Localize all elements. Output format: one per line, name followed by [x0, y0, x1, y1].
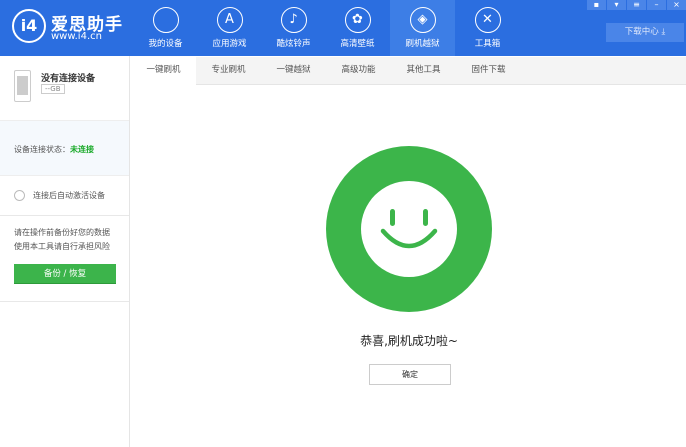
success-smiley-icon: [326, 146, 492, 312]
connection-status: 设备连接状态：未连接: [0, 120, 129, 176]
tools-icon: ✕: [474, 7, 501, 33]
device-name: 没有连接设备: [41, 74, 96, 84]
menu-icon[interactable]: ≡: [627, 0, 646, 10]
divider: [0, 301, 129, 302]
bell-icon: ♪: [280, 7, 307, 33]
tab-firmware-download[interactable]: 固件下载: [456, 57, 521, 85]
download-center-button[interactable]: 下载中心 ⤓: [606, 23, 684, 42]
nav-label: 我的设备: [148, 39, 183, 49]
flower-icon: ✿: [344, 7, 371, 33]
app-store-icon: A: [216, 7, 243, 33]
tab-advanced[interactable]: 高级功能: [326, 57, 391, 85]
minimize-icon[interactable]: –: [647, 0, 666, 10]
radio-button[interactable]: [14, 190, 25, 201]
header: i4 爱思助手 www.i4.cn 我的设备 A 应用游戏 ♪ 酷炫铃声 ✿ 高清壁纸…: [0, 0, 686, 56]
sidebar: 没有连接设备 --GB 设备连接状态：未连接 连接后自动激活设备 请在操作前备份…: [0, 56, 130, 447]
window-controls: ▪ ▾ ≡ – ×: [586, 0, 686, 10]
warning-line: 使用本工具请自行承担风险: [14, 242, 110, 251]
phone-icon: [14, 70, 31, 102]
auto-activate-option[interactable]: 连接后自动激活设备: [14, 190, 105, 201]
download-icon: ⤓: [661, 27, 666, 37]
brand-url: www.i4.cn: [51, 31, 102, 42]
nav-label: 高清壁纸: [340, 39, 375, 49]
nav-ringtones[interactable]: ♪ 酷炫铃声: [261, 0, 326, 56]
tab-one-click-jailbreak[interactable]: 一键越狱: [261, 57, 326, 85]
confirm-button[interactable]: 确定: [369, 364, 451, 385]
download-center-label: 下载中心: [624, 27, 659, 37]
apple-icon: [152, 7, 179, 33]
tab-other-tools[interactable]: 其他工具: [391, 57, 456, 85]
backup-restore-button[interactable]: 备份 / 恢复: [14, 264, 116, 284]
status-label: 设备连接状态：: [14, 145, 70, 154]
warning-line: 请在操作前备份好您的数据: [14, 228, 110, 237]
tab-one-click-flash[interactable]: 一键刷机: [131, 57, 196, 86]
warning-text: 请在操作前备份好您的数据 使用本工具请自行承担风险: [14, 226, 110, 254]
nav-label: 刷机越狱: [405, 39, 440, 49]
nav-toolbox[interactable]: ✕ 工具箱: [455, 0, 520, 56]
tab-bar: 一键刷机 专业刷机 一键越狱 高级功能 其他工具 固件下载: [131, 57, 686, 86]
skin-icon[interactable]: ▾: [607, 0, 626, 10]
message-icon[interactable]: ▪: [587, 0, 606, 10]
dropbox-icon: ◈: [409, 7, 436, 33]
tab-pro-flash[interactable]: 专业刷机: [196, 57, 261, 85]
nav-label: 应用游戏: [212, 39, 247, 49]
nav-apps[interactable]: A 应用游戏: [197, 0, 262, 56]
storage-badge: --GB: [41, 84, 65, 94]
auto-activate-label: 连接后自动激活设备: [33, 191, 105, 200]
logo: i4: [12, 9, 46, 43]
divider: [0, 215, 129, 216]
status-value: 未连接: [70, 145, 94, 154]
nav-my-device[interactable]: 我的设备: [133, 0, 198, 56]
nav-label: 工具箱: [474, 39, 501, 49]
nav-flash-jailbreak[interactable]: ◈ 刷机越狱: [390, 0, 455, 56]
success-message: 恭喜,刷机成功啦~: [360, 334, 458, 348]
close-icon[interactable]: ×: [667, 0, 686, 10]
nav-wallpapers[interactable]: ✿ 高清壁纸: [325, 0, 390, 56]
nav-label: 酷炫铃声: [276, 39, 311, 49]
